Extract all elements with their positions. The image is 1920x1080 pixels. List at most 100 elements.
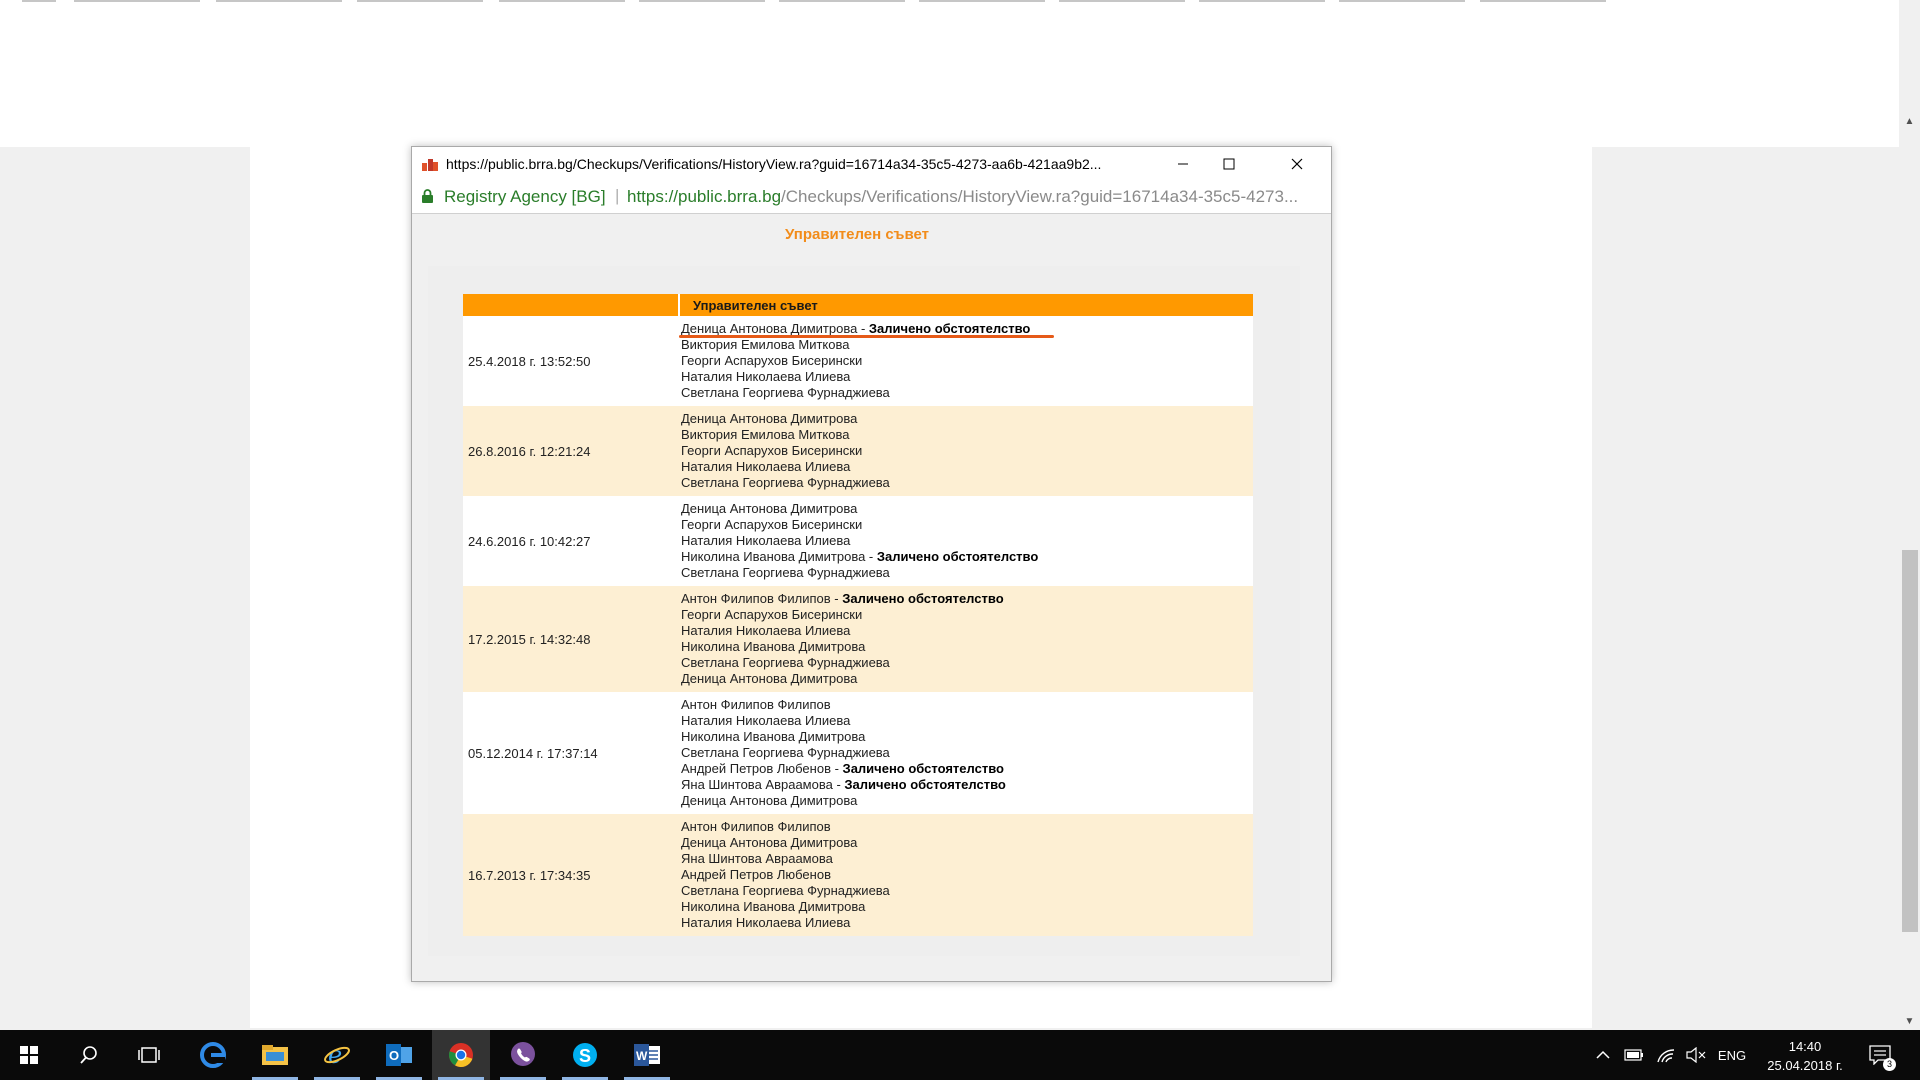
background-tab[interactable]: [216, 0, 342, 2]
table-row: 05.12.2014 г. 17:37:14 Антон Филипов Фили…: [463, 692, 1253, 814]
address-bar[interactable]: Registry Agency [BG] | https://public.br…: [412, 180, 1331, 214]
notification-count-badge: 3: [1883, 1058, 1896, 1071]
background-tab[interactable]: [919, 0, 1045, 2]
lock-icon: [422, 189, 433, 203]
edge-icon[interactable]: [184, 1030, 242, 1080]
popup-content: Управителен съвет Управителен съвет 25.4…: [412, 214, 1331, 980]
member-name: Деница Антонова Димитрова: [681, 835, 858, 850]
member-line: Николина Иванова Димитрова: [681, 729, 1249, 745]
member-line: Андрей Петров Любенов: [681, 867, 1249, 883]
scroll-down-arrow-icon[interactable]: ▼: [1899, 1014, 1920, 1030]
member-line: Деница Антонова Димитрова: [681, 671, 1249, 687]
viber-icon[interactable]: [494, 1030, 552, 1080]
member-line: Наталия Николаева Илиева: [681, 533, 1249, 549]
member-line: Светлана Георгиева Фурнаджиева: [681, 565, 1249, 581]
table-row: 16.7.2013 г. 17:34:35 Антон Филипов Филип…: [463, 814, 1253, 936]
member-name: Георги Аспарухов Бисерински: [681, 353, 863, 368]
background-tab[interactable]: [1480, 0, 1606, 2]
member-name: Наталия Николаева Илиева: [681, 459, 851, 474]
member-name: Наталия Николаева Илиева: [681, 533, 851, 548]
member-line: Антон Филипов Филипов: [681, 697, 1249, 713]
member-line: Георги Аспарухов Бисерински: [681, 443, 1249, 459]
background-tab[interactable]: [779, 0, 905, 2]
maximize-button[interactable]: [1206, 147, 1252, 180]
member-name: Наталия Николаева Илиева: [681, 369, 851, 384]
member-line: Николина Иванова Димитрова: [681, 899, 1249, 915]
page-title: Управителен съвет: [785, 226, 929, 243]
member-line: Светлана Георгиева Фурнаджиева: [681, 475, 1249, 491]
row-date: 25.4.2018 г. 13:52:50: [463, 316, 679, 406]
member-line: Виктория Емилова Миткова: [681, 337, 1249, 353]
taskbar-clock[interactable]: 14:40 25.04.2018 г.: [1745, 1037, 1865, 1075]
background-tab[interactable]: [357, 0, 483, 2]
member-line: Светлана Георгиева Фурнаджиева: [681, 385, 1249, 401]
background-tab[interactable]: [74, 0, 200, 2]
minimize-button[interactable]: [1160, 147, 1206, 180]
deleted-status-note: Заличено обстоятелство: [868, 321, 1031, 336]
member-line: Наталия Николаева Илиева: [681, 369, 1249, 385]
background-tab[interactable]: [499, 0, 625, 2]
background-tab[interactable]: [22, 0, 56, 2]
member-line: Яна Шинтова Авраамова - Заличено обстоят…: [681, 777, 1249, 793]
url-host: https://public.brra.bg: [627, 187, 782, 206]
member-line: Деница Антонова Димитрова - Заличено обс…: [679, 321, 1249, 338]
svg-text:S: S: [579, 1046, 591, 1066]
window-titlebar[interactable]: https://public.brra.bg/Checkups/Verifica…: [412, 147, 1331, 180]
volume-muted-icon[interactable]: [1682, 1030, 1710, 1080]
internet-explorer-icon[interactable]: e: [308, 1030, 366, 1080]
member-name: Антон Филипов Филипов: [681, 591, 831, 606]
member-name: Николина Иванова Димитрова: [681, 729, 866, 744]
page-scrollbar[interactable]: ▲ ▼: [1899, 0, 1920, 1030]
member-name: Виктория Емилова Миткова: [681, 337, 850, 352]
skype-icon[interactable]: S: [556, 1030, 614, 1080]
search-icon[interactable]: [60, 1030, 118, 1080]
background-tab[interactable]: [1339, 0, 1465, 2]
background-page-margin-left: [0, 147, 250, 1028]
member-name: Светлана Георгиева Фурнаджиева: [681, 883, 890, 898]
member-name: Деница Антонова Димитрова: [681, 793, 858, 808]
registry-favicon-icon: [422, 159, 438, 171]
site-identity[interactable]: Registry Agency [BG]: [444, 187, 606, 207]
chrome-icon[interactable]: [432, 1030, 490, 1080]
task-view-icon[interactable]: [120, 1030, 178, 1080]
history-table: Управителен съвет 25.4.2018 г. 13:52:50 Д…: [463, 294, 1253, 936]
background-tab[interactable]: [639, 0, 765, 2]
background-tab[interactable]: [1199, 0, 1325, 2]
member-name: Георги Аспарухов Бисерински: [681, 517, 863, 532]
member-name: Николина Иванова Димитрова: [681, 899, 866, 914]
battery-icon[interactable]: [1620, 1030, 1648, 1080]
member-name: Светлана Георгиева Фурнаджиева: [681, 475, 890, 490]
close-button[interactable]: [1274, 147, 1320, 180]
svg-text:e: e: [328, 1041, 342, 1069]
member-line: Светлана Георгиева Фурнаджиева: [681, 883, 1249, 899]
member-name: Николина Иванова Димитрова: [681, 549, 866, 564]
row-members: Деница Антонова Димитрова - Заличено обс…: [679, 316, 1253, 406]
member-name: Георги Аспарухов Бисерински: [681, 607, 863, 622]
outlook-icon[interactable]: O: [370, 1030, 428, 1080]
svg-text:O: O: [389, 1048, 399, 1063]
wifi-icon[interactable]: [1652, 1030, 1680, 1080]
background-page-margin-right: [1592, 147, 1899, 1028]
note-separator: -: [830, 591, 843, 606]
url-text[interactable]: https://public.brra.bg/Checkups/Verifica…: [627, 187, 1325, 207]
table-row: 26.8.2016 г. 12:21:24 Деница Антонова Дим…: [463, 406, 1253, 496]
table-row: 17.2.2015 г. 14:32:48 Антон Филипов Филип…: [463, 586, 1253, 692]
background-page-header: [0, 0, 1899, 147]
member-line: Виктория Емилова Миткова: [681, 427, 1249, 443]
note-separator: -: [832, 777, 845, 792]
scrollbar-thumb[interactable]: [1902, 550, 1918, 932]
word-icon[interactable]: W: [618, 1030, 676, 1080]
table-row: 24.6.2016 г. 10:42:27 Деница Антонова Дим…: [463, 496, 1253, 586]
file-explorer-icon[interactable]: [246, 1030, 304, 1080]
scroll-up-arrow-icon[interactable]: ▲: [1899, 114, 1920, 130]
background-tab[interactable]: [1059, 0, 1185, 2]
action-center-icon[interactable]: [1862, 1030, 1898, 1080]
show-hidden-icons-chevron-icon[interactable]: [1592, 1030, 1614, 1080]
member-name: Светлана Георгиева Фурнаджиева: [681, 385, 890, 400]
row-date: 05.12.2014 г. 17:37:14: [463, 692, 679, 814]
row-members: Антон Филипов Филипов - Заличено обстоят…: [679, 586, 1253, 692]
windows-start-icon[interactable]: [0, 1030, 58, 1080]
deleted-status-note: Заличено обстоятелство: [876, 549, 1039, 564]
deleted-status-note: Заличено обстоятелство: [842, 591, 1004, 606]
member-line: Антон Филипов Филипов: [681, 819, 1249, 835]
